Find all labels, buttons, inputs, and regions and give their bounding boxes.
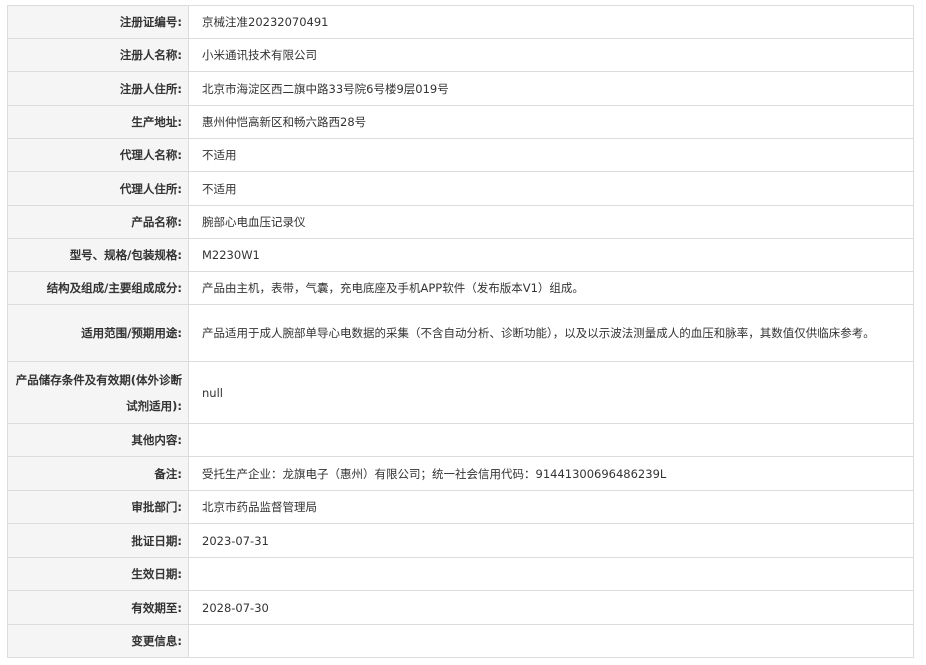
value-approval-dept: 北京市药品监督管理局 <box>188 490 914 524</box>
value-approval-date: 2023-07-31 <box>188 523 914 558</box>
label-product-name: 产品名称: <box>7 205 189 239</box>
label-registration-number: 注册证编号: <box>7 5 189 39</box>
label-approval-dept: 审批部门: <box>7 490 189 524</box>
label-agent-name: 代理人名称: <box>7 138 189 172</box>
label-remarks: 备注: <box>7 456 189 491</box>
registration-detail-table: 注册证编号: 京械注准20232070491 注册人名称: 小米通讯技术有限公司… <box>7 5 914 658</box>
label-registrant-address: 注册人住所: <box>7 71 189 106</box>
row-structure-composition: 结构及组成/主要组成成分: 产品由主机，表带，气囊，充电底座及手机APP软件（发… <box>7 271 914 305</box>
row-storage-conditions: 产品储存条件及有效期(体外诊断试剂适用): null <box>7 361 914 424</box>
label-approval-date: 批证日期: <box>7 523 189 558</box>
value-storage-conditions: null <box>188 361 914 424</box>
row-registrant-name: 注册人名称: 小米通讯技术有限公司 <box>7 38 914 72</box>
label-other-content: 其他内容: <box>7 423 189 457</box>
value-registration-number: 京械注准20232070491 <box>188 5 914 39</box>
label-production-address: 生产地址: <box>7 105 189 139</box>
value-registrant-name: 小米通讯技术有限公司 <box>188 38 914 72</box>
value-remarks: 受托生产企业：龙旗电子（惠州）有限公司；统一社会信用代码：91441300696… <box>188 456 914 491</box>
row-registration-number: 注册证编号: 京械注准20232070491 <box>7 5 914 39</box>
row-agent-name: 代理人名称: 不适用 <box>7 138 914 172</box>
value-production-address: 惠州仲恺高新区和畅六路西28号 <box>188 105 914 139</box>
value-agent-address: 不适用 <box>188 171 914 206</box>
value-valid-until: 2028-07-30 <box>188 590 914 625</box>
value-registrant-address: 北京市海淀区西二旗中路33号院6号楼9层019号 <box>188 71 914 106</box>
row-production-address: 生产地址: 惠州仲恺高新区和畅六路西28号 <box>7 105 914 139</box>
label-model-spec: 型号、规格/包装规格: <box>7 238 189 272</box>
row-remarks: 备注: 受托生产企业：龙旗电子（惠州）有限公司；统一社会信用代码：9144130… <box>7 456 914 491</box>
value-intended-use: 产品适用于成人腕部单导心电数据的采集（不含自动分析、诊断功能），以及以示波法测量… <box>188 304 914 362</box>
label-registrant-name: 注册人名称: <box>7 38 189 72</box>
value-other-content <box>188 423 914 457</box>
value-change-info <box>188 624 914 658</box>
label-storage-conditions: 产品储存条件及有效期(体外诊断试剂适用): <box>7 361 189 424</box>
row-agent-address: 代理人住所: 不适用 <box>7 171 914 206</box>
row-approval-dept: 审批部门: 北京市药品监督管理局 <box>7 490 914 524</box>
value-structure-composition: 产品由主机，表带，气囊，充电底座及手机APP软件（发布版本V1）组成。 <box>188 271 914 305</box>
label-valid-until: 有效期至: <box>7 590 189 625</box>
row-product-name: 产品名称: 腕部心电血压记录仪 <box>7 205 914 239</box>
row-approval-date: 批证日期: 2023-07-31 <box>7 523 914 558</box>
row-model-spec: 型号、规格/包装规格: M2230W1 <box>7 238 914 272</box>
value-model-spec: M2230W1 <box>188 238 914 272</box>
row-effective-date: 生效日期: <box>7 557 914 591</box>
label-change-info: 变更信息: <box>7 624 189 658</box>
label-agent-address: 代理人住所: <box>7 171 189 206</box>
label-effective-date: 生效日期: <box>7 557 189 591</box>
value-agent-name: 不适用 <box>188 138 914 172</box>
value-effective-date <box>188 557 914 591</box>
label-intended-use: 适用范围/预期用途: <box>7 304 189 362</box>
row-intended-use: 适用范围/预期用途: 产品适用于成人腕部单导心电数据的采集（不含自动分析、诊断功… <box>7 304 914 362</box>
label-structure-composition: 结构及组成/主要组成成分: <box>7 271 189 305</box>
value-product-name: 腕部心电血压记录仪 <box>188 205 914 239</box>
row-valid-until: 有效期至: 2028-07-30 <box>7 590 914 625</box>
row-change-info: 变更信息: <box>7 624 914 658</box>
row-registrant-address: 注册人住所: 北京市海淀区西二旗中路33号院6号楼9层019号 <box>7 71 914 106</box>
row-other-content: 其他内容: <box>7 423 914 457</box>
